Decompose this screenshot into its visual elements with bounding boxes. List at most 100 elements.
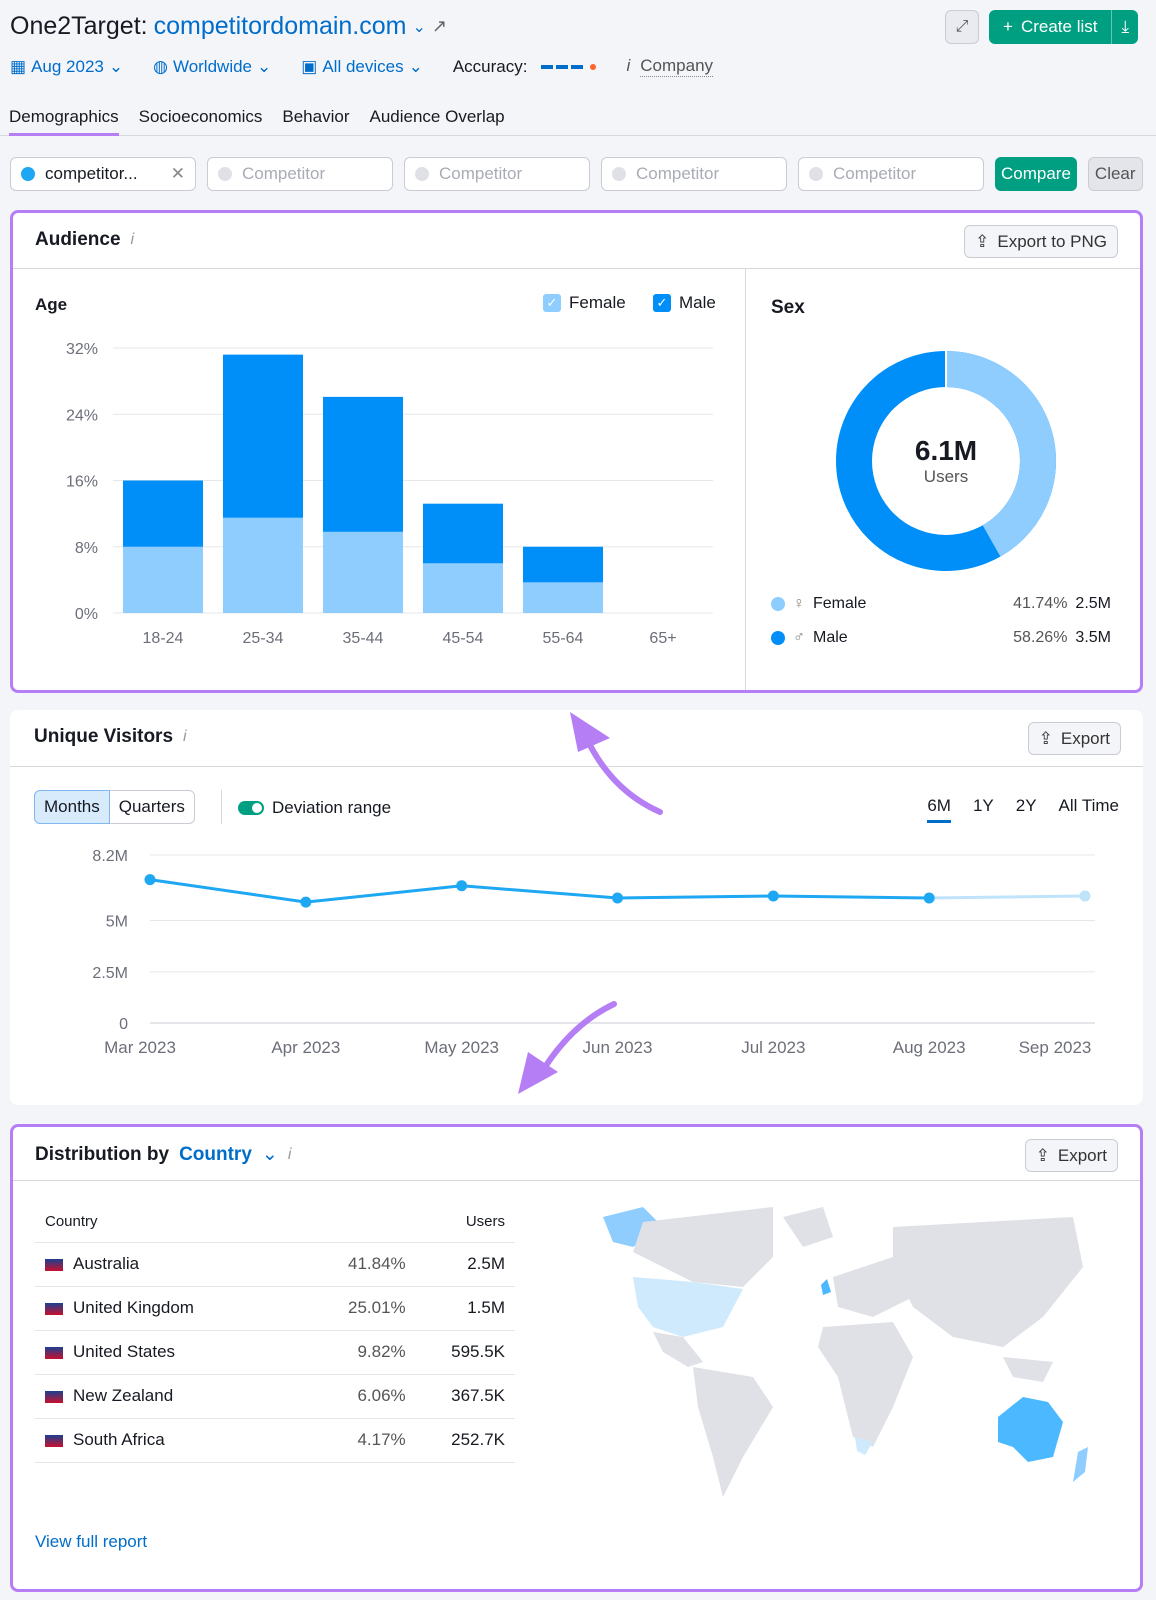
bar-male	[423, 503, 503, 564]
x-tick-label: Jun 2023	[583, 1038, 653, 1057]
date-label: Aug 2023	[31, 56, 104, 76]
export-label: Export to PNG	[997, 231, 1107, 251]
sex-percent: 58.26%	[1013, 629, 1068, 646]
female-icon: ♀	[793, 595, 805, 612]
x-tick-label: 45-54	[443, 630, 484, 647]
y-tick-label: 5M	[106, 914, 128, 931]
competitor-input-2[interactable]: Competitor	[207, 157, 393, 191]
compare-button[interactable]: Compare	[995, 157, 1077, 191]
x-tick-label: 65+	[649, 630, 676, 647]
range-1y[interactable]: 1Y	[973, 796, 994, 823]
competitor-input-3[interactable]: Competitor	[404, 157, 590, 191]
map-australia	[998, 1397, 1063, 1462]
country-table: Country Users Australia 41.84% 2.5M United K…	[35, 1202, 515, 1463]
map-asia	[893, 1217, 1083, 1347]
table-row[interactable]: United States 9.82% 595.5K	[35, 1330, 515, 1375]
tab-audience-overlap[interactable]: Audience Overlap	[370, 104, 505, 136]
calendar-icon: ▦	[10, 56, 27, 76]
info-icon[interactable]: i	[131, 231, 135, 249]
sex-title: Sex	[771, 297, 805, 318]
legend-female[interactable]: ✓ Female	[543, 293, 626, 313]
deviation-range-toggle[interactable]: Deviation range	[238, 798, 391, 818]
map-uk	[821, 1279, 831, 1295]
create-list-button[interactable]: + Create list ⤓	[989, 10, 1138, 44]
x-tick-label: 35-44	[343, 630, 384, 647]
column-header-country: Country	[35, 1202, 307, 1243]
country-users: 595.5K	[405, 1330, 515, 1375]
placeholder: Competitor	[439, 164, 523, 183]
y-tick-label: 8.2M	[92, 848, 128, 865]
info-icon[interactable]: i	[183, 728, 187, 746]
data-point	[300, 896, 312, 908]
export-button[interactable]: ⇪ Export	[1027, 722, 1121, 755]
color-dot	[809, 167, 823, 181]
competitor-input-4[interactable]: Competitor	[601, 157, 787, 191]
range-6m[interactable]: 6M	[927, 796, 951, 823]
clear-button[interactable]: Clear	[1087, 157, 1143, 191]
download-icon[interactable]: ⤓	[1111, 10, 1138, 44]
competitor-input-5[interactable]: Competitor	[798, 157, 984, 191]
data-point	[1079, 890, 1091, 902]
date-filter[interactable]: ▦ Aug 2023 ⌄	[10, 57, 123, 77]
chevron-down-icon[interactable]: ⌄	[412, 17, 425, 37]
card-title: Distribution by	[35, 1143, 170, 1165]
bar-female	[523, 582, 603, 613]
quarters-toggle[interactable]: Quarters	[109, 790, 195, 824]
bar-male	[123, 480, 203, 547]
devices-filter[interactable]: ▣ All devices ⌄	[301, 57, 423, 77]
legend-male[interactable]: ✓ Male	[653, 293, 716, 313]
months-toggle[interactable]: Months	[34, 790, 110, 824]
male-icon: ♂	[793, 629, 805, 646]
company-info[interactable]: i Company	[626, 56, 714, 77]
data-point	[767, 890, 779, 902]
sex-users: 3.5M	[1075, 629, 1111, 646]
country-percent: 25.01%	[307, 1286, 406, 1331]
accuracy-bars	[541, 63, 597, 70]
color-dot	[218, 167, 232, 181]
y-tick-label: 8%	[75, 540, 98, 557]
fullscreen-button[interactable]: ⤢	[945, 10, 980, 44]
flag-icon	[45, 1390, 63, 1403]
range-2y[interactable]: 2Y	[1016, 796, 1037, 823]
tab-socioeconomics[interactable]: Socioeconomics	[139, 104, 263, 136]
external-link-icon[interactable]: ↗	[432, 16, 447, 37]
unique-visitors-chart: 0 2.5M 5M 8.2M Mar 2023 Apr 2023 May 2023 Jun 2…	[92, 848, 1095, 1057]
export-button[interactable]: ⇪ Export	[1024, 1139, 1118, 1172]
legend-label: Male	[679, 293, 716, 312]
table-row[interactable]: Australia 41.84% 2.5M	[35, 1242, 515, 1287]
bar-male	[523, 546, 603, 583]
tab-behavior[interactable]: Behavior	[282, 104, 349, 136]
x-tick-label: 18-24	[143, 630, 184, 647]
chevron-down-icon: ⌄	[108, 56, 124, 76]
checkbox-icon: ✓	[653, 294, 671, 312]
data-point	[923, 892, 935, 904]
domain-selector[interactable]: competitordomain.com	[154, 12, 407, 41]
total-users: 6.1M	[914, 435, 978, 466]
devices-label: All devices	[322, 56, 404, 76]
placeholder: Competitor	[242, 164, 326, 183]
table-row[interactable]: South Africa 4.17% 252.7K	[35, 1418, 515, 1463]
legend-dot	[771, 597, 785, 611]
flag-icon	[45, 1302, 63, 1315]
chevron-down-icon[interactable]: ⌄	[262, 1143, 278, 1166]
country-name: South Africa	[73, 1430, 165, 1449]
unique-visitors-card: Unique Visitors i ⇪ Export Months Quarters …	[10, 710, 1143, 1105]
accuracy-indicator: Accuracy:	[453, 57, 597, 77]
close-icon[interactable]: ✕	[171, 164, 185, 184]
competitor-input-1[interactable]: competitor... ✕	[10, 157, 196, 191]
info-icon[interactable]: i	[288, 1146, 292, 1164]
country-distribution-card: Distribution by Country ⌄ i ⇪ Export Country…	[10, 1124, 1143, 1592]
table-row[interactable]: New Zealand 6.06% 367.5K	[35, 1374, 515, 1419]
country-percent: 6.06%	[307, 1374, 406, 1419]
export-label: Export	[1057, 1145, 1107, 1165]
map-indonesia	[1003, 1357, 1053, 1382]
table-row[interactable]: United Kingdom 25.01% 1.5M	[35, 1286, 515, 1331]
export-png-button[interactable]: ⇪ Export to PNG	[964, 225, 1118, 258]
toggle-switch[interactable]	[238, 801, 264, 815]
tab-demographics[interactable]: Demographics	[9, 104, 119, 136]
data-point	[456, 880, 468, 892]
region-filter[interactable]: ◍ Worldwide ⌄	[153, 57, 271, 77]
range-all-time[interactable]: All Time	[1059, 796, 1119, 823]
country-dropdown[interactable]: Country	[179, 1144, 252, 1166]
view-full-report-link[interactable]: View full report	[35, 1532, 147, 1552]
